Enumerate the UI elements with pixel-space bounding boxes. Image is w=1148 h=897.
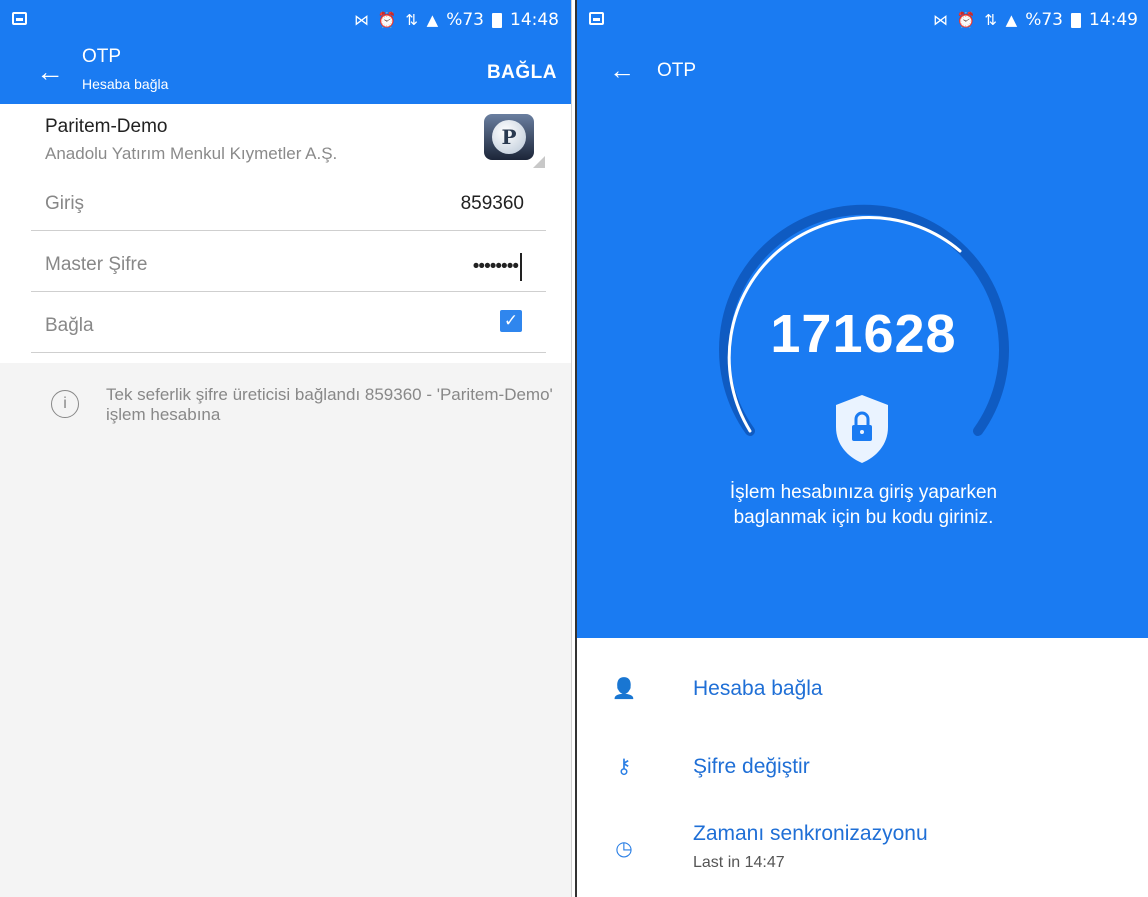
status-icons: ⋈ ⏰ ⇅ ▲ bbox=[933, 11, 1020, 29]
lock-shield-icon bbox=[836, 395, 888, 463]
login-field[interactable]: Giriş 859360 bbox=[31, 170, 546, 231]
app-bar: ← OTP Hesaba bağla BAĞLA bbox=[0, 40, 571, 104]
connect-button[interactable]: BAĞLA bbox=[487, 62, 557, 84]
key-change-icon: ⚷ bbox=[616, 756, 632, 778]
battery-percent: %73 bbox=[1025, 10, 1063, 30]
menu-item-connect-account[interactable]: 👤 Hesaba bağla bbox=[577, 655, 1148, 725]
gallery-notification-icon bbox=[12, 12, 27, 25]
account-org: Anadolu Yatırım Menkul Kıymetler A.Ş. bbox=[45, 144, 338, 163]
page-title: OTP bbox=[82, 46, 122, 67]
menu-label: Zamanı senkronizazyonu bbox=[693, 822, 928, 845]
connect-label: Bağla bbox=[45, 315, 94, 336]
instruction-line-2: baglanmak için bu kodu giriniz. bbox=[733, 507, 994, 528]
connect-form: Paritem-Demo Anadolu Yatırım Menkul Kıym… bbox=[0, 104, 571, 363]
menu-item-time-sync[interactable]: ◷ Zamanı senkronizazyonu Last in 14:47 bbox=[577, 810, 1148, 880]
status-bar: ⋈ ⏰ ⇅ ▲ %73 14:49 bbox=[577, 0, 1148, 40]
master-password-value: •••••••• bbox=[472, 256, 519, 278]
dropdown-corner-icon bbox=[533, 156, 545, 168]
battery-icon bbox=[492, 12, 502, 28]
otp-panel: ⋈ ⏰ ⇅ ▲ %73 14:49 ← OTP 171628 İşlem hes… bbox=[577, 0, 1148, 638]
left-screen: ⋈ ⏰ ⇅ ▲ %73 14:48 ← OTP Hesaba bağla BAĞ… bbox=[0, 0, 572, 897]
right-screen: ⋈ ⏰ ⇅ ▲ %73 14:49 ← OTP 171628 İşlem hes… bbox=[575, 0, 1148, 897]
back-arrow-icon[interactable]: ← bbox=[36, 58, 64, 86]
last-sync-time: Last in 14:47 bbox=[693, 854, 785, 871]
status-icons: ⋈ ⏰ ⇅ ▲ bbox=[354, 11, 441, 29]
clock-sync-icon: ◷ bbox=[615, 838, 633, 860]
page-subtitle: Hesaba bağla bbox=[82, 76, 169, 92]
gallery-notification-icon bbox=[589, 12, 604, 25]
account-name: Paritem-Demo bbox=[45, 116, 168, 137]
info-icon: i bbox=[51, 390, 79, 418]
menu-item-change-password[interactable]: ⚷ Şifre değiştir bbox=[577, 733, 1148, 803]
status-time: 14:49 bbox=[1089, 10, 1138, 30]
connect-row[interactable]: Bağla ✓ bbox=[31, 292, 546, 353]
menu-label: Hesaba bağla bbox=[693, 677, 823, 700]
status-bar: ⋈ ⏰ ⇅ ▲ %73 14:48 bbox=[0, 0, 571, 40]
battery-icon bbox=[1071, 12, 1081, 28]
master-password-field[interactable]: Master Şifre •••••••• bbox=[31, 231, 546, 292]
info-message: Tek seferlik şifre üreticisi bağlandı 85… bbox=[106, 385, 553, 424]
text-caret bbox=[520, 253, 522, 281]
broker-logo-letter: P bbox=[492, 120, 526, 154]
back-arrow-icon[interactable]: ← bbox=[609, 55, 635, 86]
otp-code: 171628 bbox=[770, 304, 957, 364]
connect-checkbox[interactable]: ✓ bbox=[500, 310, 522, 332]
battery-percent: %73 bbox=[446, 10, 484, 30]
instruction-line-1: İşlem hesabınıza giriş yaparken bbox=[729, 482, 998, 503]
login-label: Giriş bbox=[45, 193, 85, 214]
login-value: 859360 bbox=[460, 193, 524, 214]
page-title: OTP bbox=[657, 60, 697, 81]
menu-label: Şifre değiştir bbox=[693, 755, 810, 778]
master-password-label: Master Şifre bbox=[45, 254, 148, 275]
broker-logo: P bbox=[484, 114, 534, 160]
status-time: 14:48 bbox=[510, 10, 559, 30]
user-check-icon: 👤 bbox=[611, 678, 637, 700]
